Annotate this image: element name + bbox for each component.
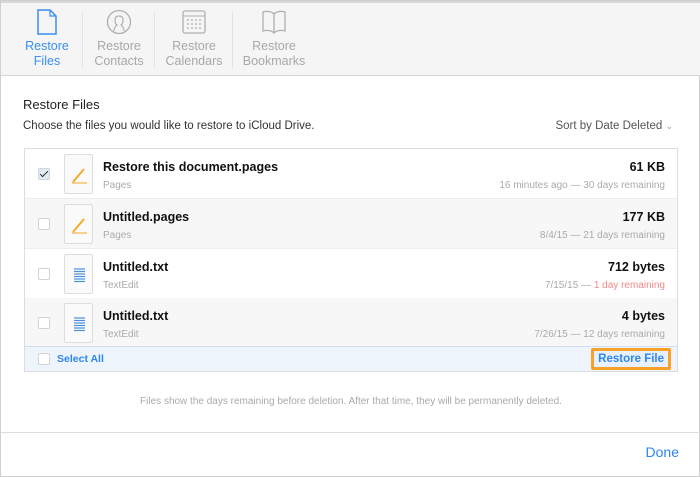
tab-label: Restore bbox=[172, 39, 216, 53]
restore-file-button[interactable]: Restore File bbox=[591, 348, 671, 370]
file-name: Untitled.txt bbox=[103, 309, 169, 323]
file-size: 712 bytes bbox=[608, 260, 665, 274]
tab-label: Restore bbox=[25, 39, 69, 53]
file-app: Pages bbox=[103, 180, 132, 191]
sort-label: Sort by Date Deleted bbox=[555, 120, 663, 132]
file-row[interactable]: Untitled.txt TextEdit 712 bytes 7/15/15 … bbox=[25, 249, 677, 299]
file-meta: 7/26/15 — 12 days remaining bbox=[534, 329, 665, 340]
deleted-date: 7/26/15 bbox=[534, 329, 568, 340]
text-document-icon bbox=[64, 303, 93, 343]
pages-document-icon bbox=[64, 204, 93, 244]
tab-separator bbox=[154, 11, 155, 69]
file-size: 177 KB bbox=[622, 210, 665, 224]
tab-restore-contacts[interactable]: Restore Contacts bbox=[89, 9, 149, 71]
list-footer: Select All Restore File bbox=[25, 346, 677, 371]
file-row[interactable]: Untitled.txt TextEdit 4 bytes 7/26/15 — … bbox=[25, 298, 677, 348]
tab-separator bbox=[232, 11, 233, 69]
tab-restore-calendars[interactable]: Restore Calendars bbox=[161, 9, 227, 71]
file-meta: 8/4/15 — 21 days remaining bbox=[539, 230, 665, 241]
file-row[interactable]: Restore this document.pages Pages 61 KB … bbox=[25, 149, 677, 199]
file-name: Restore this document.pages bbox=[103, 160, 279, 174]
page-subtitle: Choose the files you would like to resto… bbox=[23, 120, 315, 132]
divider bbox=[1, 432, 700, 433]
file-checkbox[interactable] bbox=[38, 268, 50, 280]
file-meta: 16 minutes ago — 30 days remaining bbox=[499, 180, 665, 191]
tab-restore-files[interactable]: Restore Files bbox=[19, 9, 75, 71]
tab-label: Restore bbox=[252, 39, 296, 53]
tab-label: Calendars bbox=[165, 54, 223, 68]
deleted-date: 16 minutes ago bbox=[499, 180, 568, 191]
book-icon bbox=[262, 10, 286, 34]
days-remaining: 12 days remaining bbox=[583, 329, 665, 340]
tab-label: Restore bbox=[97, 39, 141, 53]
tab-label: Bookmarks bbox=[242, 54, 306, 68]
file-app: TextEdit bbox=[103, 329, 139, 340]
days-remaining: 21 days remaining bbox=[583, 230, 665, 241]
contact-icon bbox=[106, 9, 132, 35]
file-app: Pages bbox=[103, 230, 132, 241]
toolbar: Restore Files Restore Contacts Restore Cale… bbox=[1, 1, 700, 76]
page-title: Restore Files bbox=[23, 97, 100, 112]
file-checkbox[interactable] bbox=[38, 218, 50, 230]
deletion-note: Files show the days remaining before del… bbox=[140, 396, 562, 407]
file-meta: 7/15/15 — 1 day remaining bbox=[544, 280, 665, 291]
chevron-down-icon: ⌄ bbox=[665, 121, 673, 131]
days-remaining: 1 day remaining bbox=[593, 280, 665, 291]
file-row[interactable]: Untitled.pages Pages 177 KB 8/4/15 — 21 … bbox=[25, 199, 677, 249]
file-checkbox[interactable] bbox=[38, 317, 50, 329]
days-remaining: 30 days remaining bbox=[583, 180, 665, 191]
deleted-date: 8/4/15 bbox=[539, 230, 568, 241]
tab-label: Contacts bbox=[94, 54, 144, 68]
file-list: Restore this document.pages Pages 61 KB … bbox=[24, 148, 678, 372]
select-all-link[interactable]: Select All bbox=[57, 353, 104, 365]
tab-restore-bookmarks[interactable]: Restore Bookmarks bbox=[239, 9, 309, 71]
file-name: Untitled.pages bbox=[103, 210, 190, 224]
file-name: Untitled.txt bbox=[103, 260, 169, 274]
text-document-icon bbox=[64, 254, 93, 294]
file-icon bbox=[37, 9, 57, 35]
deleted-date: 7/15/15 bbox=[544, 280, 579, 291]
done-button[interactable]: Done bbox=[646, 444, 679, 460]
file-app: TextEdit bbox=[103, 280, 139, 291]
pages-document-icon bbox=[64, 154, 93, 194]
tab-separator bbox=[82, 11, 83, 69]
file-size: 61 KB bbox=[629, 160, 665, 174]
sort-dropdown[interactable]: Sort by Date Deleted ⌄ bbox=[555, 120, 673, 132]
file-size: 4 bytes bbox=[621, 309, 665, 323]
calendar-icon bbox=[182, 10, 206, 34]
tab-label: Files bbox=[33, 54, 61, 68]
file-checkbox[interactable] bbox=[38, 168, 50, 180]
select-all-checkbox[interactable] bbox=[38, 353, 50, 365]
